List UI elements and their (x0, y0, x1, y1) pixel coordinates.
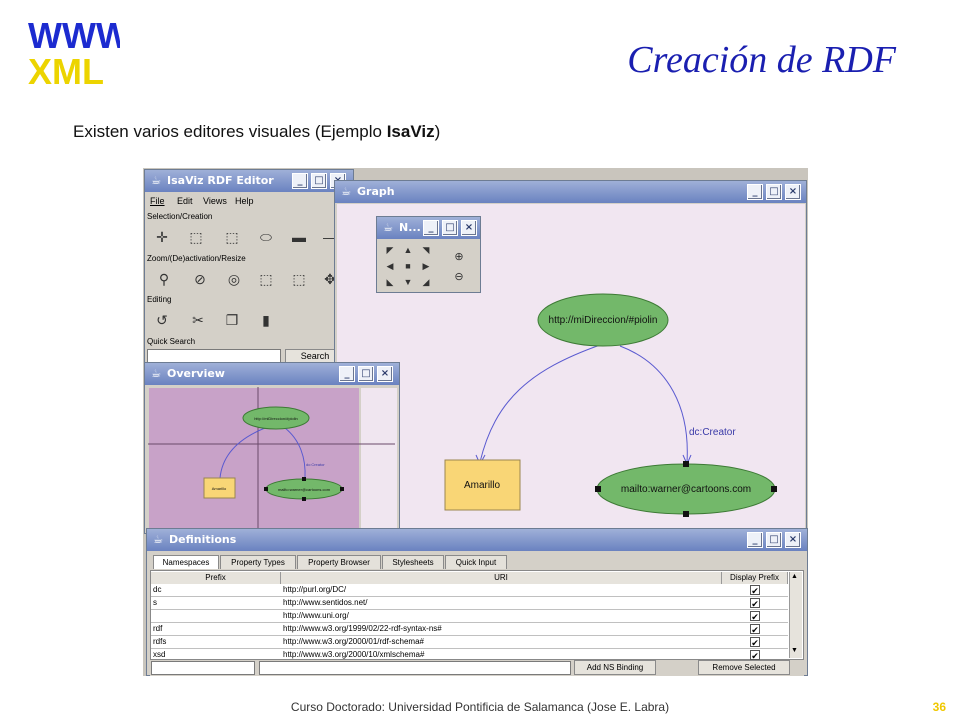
uri-cell[interactable]: http://www.w3.org/1999/02/22-rdf-syntax-… (283, 623, 719, 635)
display-prefix-checkbox[interactable]: ✔ (750, 637, 760, 648)
prefix-cell[interactable]: dc (153, 584, 279, 596)
display-prefix-checkbox[interactable]: ✔ (750, 624, 760, 635)
new-prefix-input[interactable] (151, 661, 255, 675)
scroll-down-arrow-icon[interactable]: ▼ (791, 647, 798, 654)
add-ns-binding-button[interactable]: Add NS Binding (574, 660, 656, 675)
tab-property-types[interactable]: Property Types (220, 555, 296, 569)
uri-cell[interactable]: http://www.uni.org/ (283, 610, 719, 622)
tab-stylesheets[interactable]: Stylesheets (382, 555, 444, 569)
close-button[interactable]: × (785, 532, 801, 548)
tab-property-browser[interactable]: Property Browser (297, 555, 381, 569)
remove-selected-button[interactable]: Remove Selected (698, 660, 790, 675)
scroll-up-arrow-icon[interactable]: ▲ (791, 573, 798, 580)
page-number: 36 (932, 700, 946, 714)
prefix-cell[interactable]: rdf (153, 623, 279, 635)
column-header-uri[interactable]: URI (281, 572, 722, 584)
overview-edge-object (284, 427, 306, 479)
column-header-prefix[interactable]: Prefix (151, 572, 281, 584)
overview-object-label: mailto:warner@cartoons.com (278, 487, 331, 492)
java-cup-icon: ☕ (153, 533, 163, 546)
overview-handle-left (264, 487, 268, 491)
column-header-display-prefix[interactable]: Display Prefix (722, 572, 788, 584)
display-prefix-checkbox[interactable]: ✔ (750, 585, 760, 596)
minimize-button[interactable]: _ (747, 532, 763, 548)
overview-handle-right (340, 487, 344, 491)
new-uri-input[interactable] (259, 661, 571, 675)
prefix-cell[interactable]: s (153, 597, 279, 609)
overview-edge-label: dc:Creator (306, 462, 325, 467)
prefix-cell[interactable]: rdfs (153, 636, 279, 648)
definitions-titlebar[interactable]: ☕ Definitions _ □ × (147, 529, 807, 551)
overview-resource-label: http://miDireccion/#piolin (254, 416, 298, 421)
maximize-button[interactable]: □ (766, 532, 782, 548)
overview-handle-bottom (302, 497, 306, 501)
slide-footer: Curso Doctorado: Universidad Pontificia … (290, 700, 670, 714)
display-prefix-checkbox[interactable]: ✔ (750, 650, 760, 661)
prefix-cell[interactable] (153, 610, 279, 622)
display-prefix-checkbox[interactable]: ✔ (750, 611, 760, 622)
table-scrollbar[interactable] (789, 572, 802, 658)
display-prefix-checkbox[interactable]: ✔ (750, 598, 760, 609)
uri-cell[interactable]: http://purl.org/DC/ (283, 584, 719, 596)
tab-quick-input[interactable]: Quick Input (445, 555, 507, 569)
overview-literal-label: Amarillo (212, 486, 227, 491)
overview-handle-top (302, 477, 306, 481)
uri-cell[interactable]: http://www.w3.org/2000/01/rdf-schema# (283, 636, 719, 648)
tab-namespaces[interactable]: Namespaces (153, 555, 219, 569)
definitions-title: Definitions (169, 533, 237, 546)
uri-cell[interactable]: http://www.sentidos.net/ (283, 597, 719, 609)
